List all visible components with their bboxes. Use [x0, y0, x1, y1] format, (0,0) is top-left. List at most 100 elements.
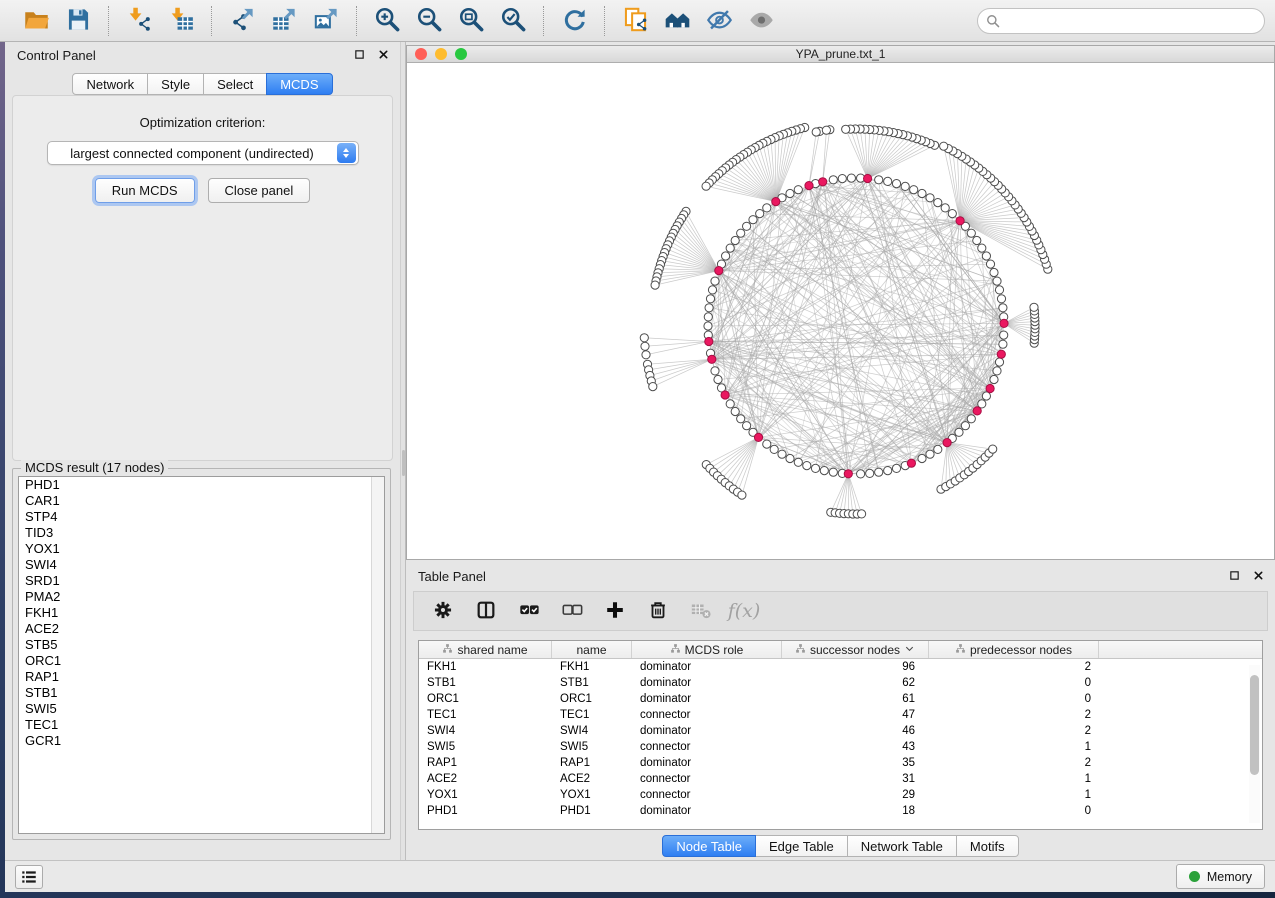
- task-history-button[interactable]: [15, 865, 43, 889]
- open-button[interactable]: [20, 5, 52, 37]
- mcds-result-item[interactable]: SWI5: [19, 701, 384, 717]
- table-row[interactable]: TEC1TEC1connector472: [419, 707, 1262, 723]
- mcds-result-item[interactable]: RAP1: [19, 669, 384, 685]
- table-row[interactable]: ACE2ACE2connector311: [419, 771, 1262, 787]
- settings-button[interactable]: [430, 598, 456, 624]
- network-canvas[interactable]: [407, 64, 1274, 559]
- tab-motifs[interactable]: Motifs: [956, 835, 1019, 857]
- mcds-result-item[interactable]: SWI4: [19, 557, 384, 573]
- network-graph[interactable]: [407, 64, 1274, 559]
- cell-mcds-role: connector: [632, 707, 782, 723]
- select-all-button[interactable]: [516, 598, 542, 624]
- table-row[interactable]: SWI5SWI5connector431: [419, 739, 1262, 755]
- mcds-result-item[interactable]: SRD1: [19, 573, 384, 589]
- memory-status-icon: [1189, 871, 1200, 882]
- cell-shared-name: RAP1: [419, 755, 552, 771]
- save-button[interactable]: [62, 5, 94, 37]
- zoom-fit-button[interactable]: [455, 5, 487, 37]
- mcds-result-item[interactable]: STP4: [19, 509, 384, 525]
- tab-style[interactable]: Style: [147, 73, 204, 95]
- toolbar-separator: [108, 6, 109, 36]
- mcds-result-item[interactable]: ORC1: [19, 653, 384, 669]
- float-icon: [354, 48, 365, 63]
- table-row[interactable]: SWI4SWI4dominator462: [419, 723, 1262, 739]
- mcds-result-item[interactable]: STB5: [19, 637, 384, 653]
- delete-table-button: [688, 598, 714, 624]
- table-scrollbar-thumb[interactable]: [1250, 675, 1259, 775]
- close-panel-button[interactable]: [1251, 569, 1265, 583]
- splitter-grip[interactable]: [402, 450, 405, 476]
- column-header-mcds-role[interactable]: MCDS role: [632, 641, 782, 658]
- table-row[interactable]: YOX1YOX1connector291: [419, 787, 1262, 803]
- tab-network-table[interactable]: Network Table: [847, 835, 957, 857]
- cell-shared-name: ORC1: [419, 691, 552, 707]
- main-toolbar-groups: [10, 5, 787, 37]
- show-columns-button[interactable]: [473, 598, 499, 624]
- mcds-result-item[interactable]: TEC1: [19, 717, 384, 733]
- column-header-predecessor-nodes[interactable]: predecessor nodes: [929, 641, 1099, 658]
- float-panel-button[interactable]: [1227, 569, 1241, 583]
- network-view-titlebar[interactable]: YPA_prune.txt_1: [407, 46, 1274, 63]
- open-icon: [23, 6, 50, 36]
- mcds-result-item[interactable]: STB1: [19, 685, 384, 701]
- float-panel-button[interactable]: [352, 48, 366, 62]
- memory-button[interactable]: Memory: [1176, 864, 1265, 889]
- network-file-button[interactable]: [619, 5, 651, 37]
- cell-successor-nodes: 18: [782, 803, 929, 819]
- tab-node-table[interactable]: Node Table: [662, 835, 756, 857]
- deselect-all-button[interactable]: [559, 598, 585, 624]
- table-row[interactable]: ORC1ORC1dominator610: [419, 691, 1262, 707]
- table-row[interactable]: RAP1RAP1dominator352: [419, 755, 1262, 771]
- table-scrollbar[interactable]: [1249, 665, 1260, 823]
- column-header-name[interactable]: name: [552, 641, 632, 658]
- mcds-result-item[interactable]: GCR1: [19, 733, 384, 749]
- search-input[interactable]: [977, 8, 1265, 34]
- export-image-button[interactable]: [310, 5, 342, 37]
- mcds-result-item[interactable]: YOX1: [19, 541, 384, 557]
- show-graphics-button[interactable]: [745, 5, 777, 37]
- tab-edge-table[interactable]: Edge Table: [755, 835, 848, 857]
- float-icon: [1229, 569, 1240, 584]
- table-row[interactable]: FKH1FKH1dominator962: [419, 659, 1262, 675]
- run-mcds-button[interactable]: Run MCDS: [95, 178, 195, 203]
- cell-successor-nodes: 43: [782, 739, 929, 755]
- hide-graphics-button[interactable]: [703, 5, 735, 37]
- mcds-result-item[interactable]: PHD1: [19, 477, 384, 493]
- zoom-in-button[interactable]: [371, 5, 403, 37]
- cell-predecessor-nodes: 1: [929, 787, 1099, 803]
- tab-select[interactable]: Select: [203, 73, 267, 95]
- cell-shared-name: PHD1: [419, 803, 552, 819]
- column-header-shared-name[interactable]: shared name: [419, 641, 552, 658]
- add-row-button[interactable]: [602, 598, 628, 624]
- mcds-result-item[interactable]: PMA2: [19, 589, 384, 605]
- tab-mcds[interactable]: MCDS: [266, 73, 332, 95]
- mcds-result-item[interactable]: FKH1: [19, 605, 384, 621]
- table-row[interactable]: STB1STB1dominator620: [419, 675, 1262, 691]
- cell-successor-nodes: 29: [782, 787, 929, 803]
- export-network-button[interactable]: [226, 5, 258, 37]
- tab-network[interactable]: Network: [72, 73, 148, 95]
- zoom-out-button[interactable]: [413, 5, 445, 37]
- mcds-list-scrollbar[interactable]: [371, 477, 384, 833]
- close-panel-button[interactable]: Close panel: [208, 178, 311, 203]
- mcds-result-item[interactable]: ACE2: [19, 621, 384, 637]
- mcds-result-list[interactable]: PHD1CAR1STP4TID3YOX1SWI4SRD1PMA2FKH1ACE2…: [18, 476, 385, 834]
- cell-successor-nodes: 62: [782, 675, 929, 691]
- import-network-button[interactable]: [123, 5, 155, 37]
- table-row[interactable]: PHD1PHD1dominator180: [419, 803, 1262, 819]
- cell-name: ACE2: [552, 771, 632, 787]
- import-table-button[interactable]: [165, 5, 197, 37]
- optimization-criterion-value: largest connected component (undirected): [48, 146, 337, 161]
- home-button[interactable]: [661, 5, 693, 37]
- node-table: shared namenameMCDS rolesuccessor nodesp…: [418, 640, 1263, 830]
- delete-row-button[interactable]: [645, 598, 671, 624]
- zoom-selected-button[interactable]: [497, 5, 529, 37]
- mcds-result-item[interactable]: TID3: [19, 525, 384, 541]
- export-table-button[interactable]: [268, 5, 300, 37]
- column-header-successor-nodes[interactable]: successor nodes: [782, 641, 929, 658]
- refresh-button[interactable]: [558, 5, 590, 37]
- optimization-criterion-select[interactable]: largest connected component (undirected): [47, 141, 359, 165]
- mcds-result-item[interactable]: CAR1: [19, 493, 384, 509]
- cell-name: YOX1: [552, 787, 632, 803]
- close-panel-button[interactable]: [376, 48, 390, 62]
